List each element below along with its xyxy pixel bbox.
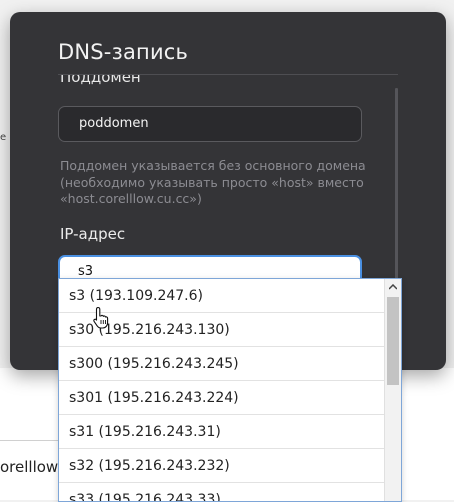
background-host-text: orelllow.: [0, 458, 62, 476]
dropdown-option-label: s300 (195.216.243.245): [69, 356, 239, 372]
subdomain-label: Поддомен: [60, 75, 141, 86]
dropdown-option[interactable]: s33 (195.216.243.33): [59, 483, 384, 502]
dropdown-option-label: s33 (195.216.243.33): [69, 492, 221, 502]
dropdown-option[interactable]: s31 (195.216.243.31): [59, 415, 384, 449]
dropdown-scrollbar[interactable]: [384, 279, 401, 501]
subdomain-input-value: poddomen: [79, 116, 149, 131]
subdomain-input[interactable]: poddomen: [58, 106, 362, 142]
ip-address-input-value: s3: [78, 264, 94, 279]
dropdown-option-label: s32 (195.216.243.232): [69, 458, 230, 474]
hand-pointer-cursor-icon: [92, 306, 112, 330]
dropdown-option-label: s31 (195.216.243.31): [69, 424, 221, 440]
scroll-up-arrow-icon[interactable]: [385, 279, 401, 295]
dropdown-option-label: s301 (195.216.243.224): [69, 390, 239, 406]
dropdown-option[interactable]: s300 (195.216.243.245): [59, 347, 384, 381]
modal-title: DNS-запись: [58, 40, 189, 64]
ip-address-label: IP-адрес: [60, 225, 126, 243]
dropdown-option[interactable]: s32 (195.216.243.232): [59, 449, 384, 483]
subdomain-hint: Поддомен указывается без основного домен…: [60, 158, 366, 206]
background-text-fragment: e: [0, 132, 7, 143]
dropdown-scrollbar-thumb[interactable]: [387, 297, 399, 385]
modal-scrollbar-thumb[interactable]: [395, 88, 398, 288]
dropdown-option[interactable]: s301 (195.216.243.224): [59, 381, 384, 415]
dropdown-option-label: s3 (193.109.247.6): [69, 288, 203, 304]
